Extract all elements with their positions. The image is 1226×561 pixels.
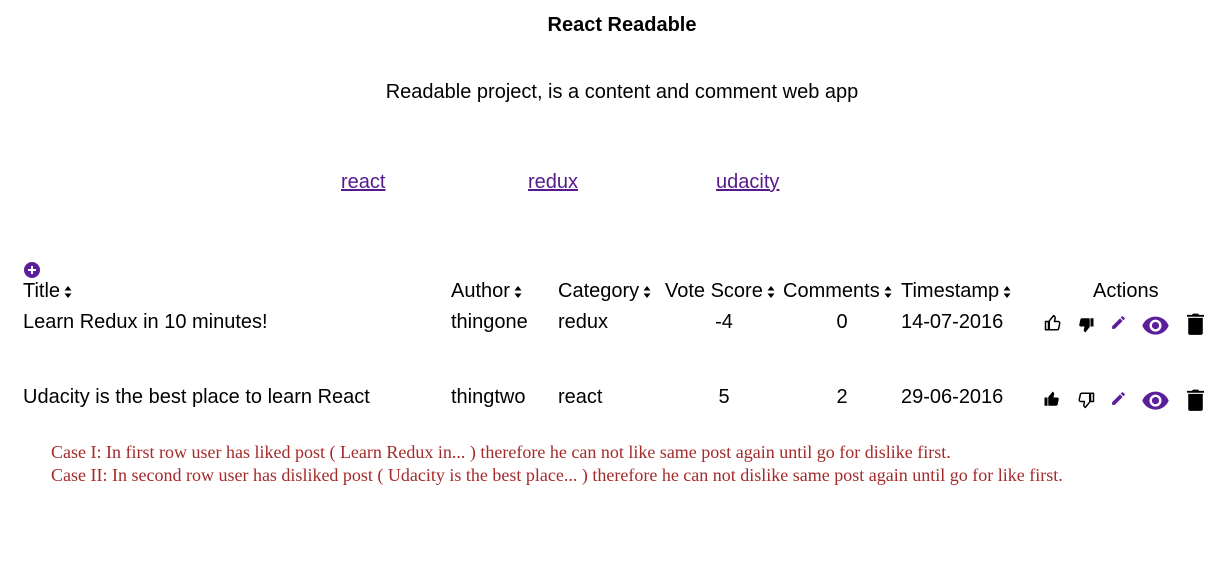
note-case-1: Case I: In first row user has liked post… [51, 442, 951, 462]
column-header-category-label: Category [558, 280, 640, 302]
thumbs-down-icon[interactable] [1076, 316, 1096, 334]
category-link-react[interactable]: react [341, 171, 385, 194]
pencil-icon[interactable] [1110, 390, 1127, 407]
post-timestamp: 14-07-2016 [901, 311, 1004, 333]
post-author: thingtwo [451, 386, 526, 408]
column-header-title[interactable]: Title [23, 280, 72, 303]
column-header-category[interactable]: Category [558, 280, 651, 303]
column-header-author-label: Author [451, 280, 510, 302]
sort-icon [1003, 285, 1011, 298]
post-vote-score: -4 [715, 311, 733, 333]
pencil-icon[interactable] [1110, 314, 1127, 331]
post-title[interactable]: Learn Redux in 10 minutes! [23, 311, 268, 334]
post-comment-count: 0 [836, 311, 848, 333]
column-header-author[interactable]: Author [451, 280, 522, 303]
post-vote-score: 5 [718, 386, 730, 408]
thumbs-down-icon[interactable] [1077, 391, 1095, 409]
thumbs-up-icon[interactable] [1042, 390, 1062, 408]
usage-notes: Case I: In first row user has liked post… [51, 441, 1063, 487]
add-post-button[interactable] [24, 262, 40, 278]
trash-icon[interactable] [1187, 389, 1204, 411]
post-timestamp: 29-06-2016 [901, 386, 1004, 408]
sort-icon [767, 285, 775, 298]
post-category: react [558, 386, 603, 408]
sort-icon [884, 285, 892, 298]
post-title[interactable]: Udacity is the best place to learn React [23, 386, 370, 409]
column-header-title-label: Title [23, 280, 61, 302]
sort-icon [643, 285, 651, 298]
column-header-actions: Actions [1093, 280, 1159, 302]
sort-icon [514, 285, 522, 298]
eye-icon[interactable] [1141, 313, 1170, 337]
column-header-timestamp-label: Timestamp [901, 280, 1000, 302]
sort-icon [64, 285, 72, 298]
column-header-timestamp[interactable]: Timestamp [901, 280, 1011, 303]
page-subtitle: Readable project, is a content and comme… [385, 81, 859, 103]
post-category: redux [558, 311, 609, 333]
eye-icon[interactable] [1141, 388, 1170, 412]
note-case-2: Case II: In second row user has disliked… [51, 465, 1063, 485]
category-link-udacity[interactable]: udacity [716, 171, 779, 194]
app-root: React Readable Readable project, is a co… [0, 0, 1226, 561]
page-title: React Readable [547, 14, 697, 36]
column-header-vote-score-label: Vote Score [665, 280, 763, 302]
post-author: thingone [451, 311, 528, 333]
column-header-vote-score[interactable]: Vote Score [665, 280, 775, 303]
column-header-comments-label: Comments [783, 280, 880, 302]
column-header-comments[interactable]: Comments [783, 280, 892, 303]
post-comment-count: 2 [836, 386, 848, 408]
category-nav: react redux udacity [0, 171, 1226, 197]
trash-icon[interactable] [1187, 313, 1204, 335]
category-link-redux[interactable]: redux [528, 171, 578, 194]
thumbs-up-icon[interactable] [1044, 314, 1062, 332]
